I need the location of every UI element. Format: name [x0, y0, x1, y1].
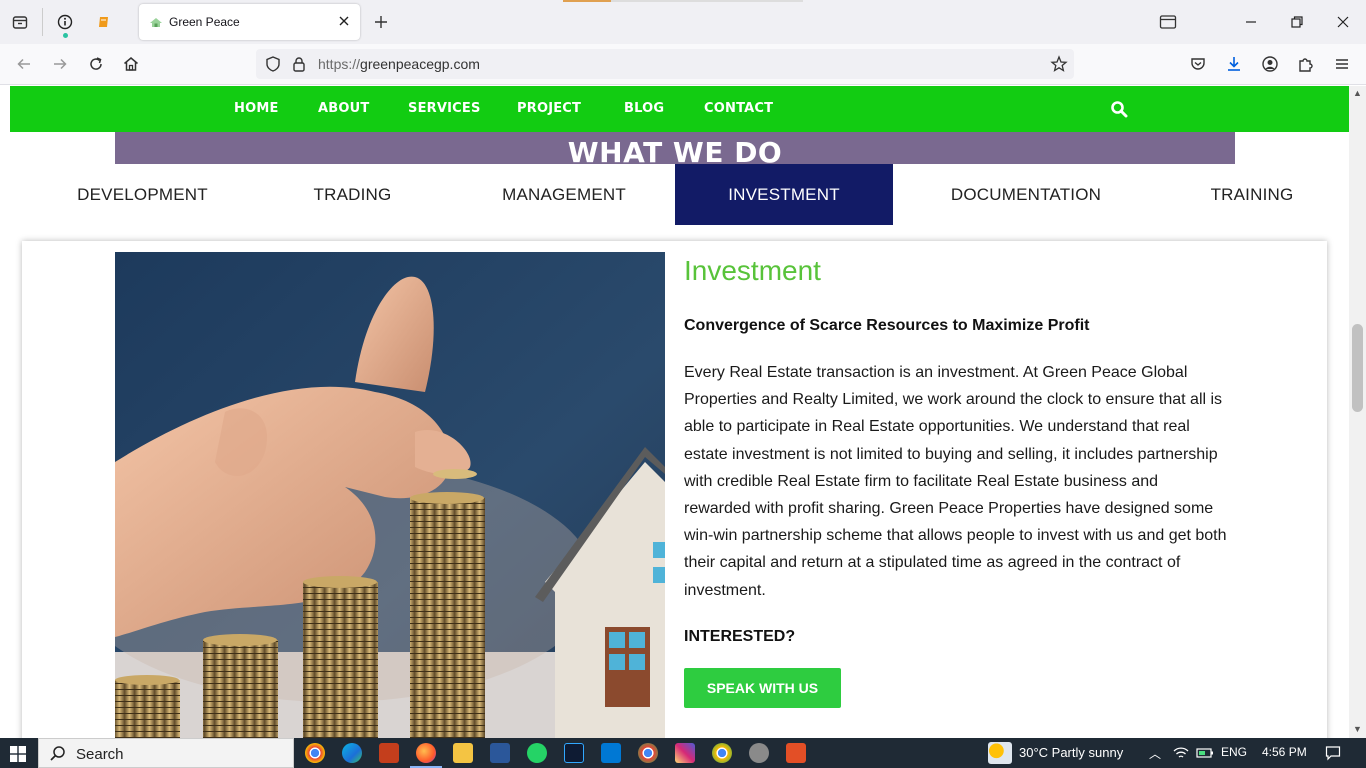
- back-icon[interactable]: [14, 54, 34, 74]
- nav-project[interactable]: PROJECT: [517, 101, 581, 116]
- windows-start-icon[interactable]: [10, 746, 26, 762]
- scroll-down-icon[interactable]: ▼: [1352, 724, 1363, 735]
- url-protocol: https://: [318, 56, 361, 72]
- interested-label: INTERESTED?: [684, 627, 796, 645]
- service-tabs: DEVELOPMENT TRADING MANAGEMENT INVESTMEN…: [0, 164, 1349, 225]
- close-tab-icon[interactable]: [336, 13, 352, 29]
- tab-list-icon[interactable]: [10, 12, 30, 32]
- tab-indicator-track: [611, 0, 803, 2]
- taskbar-search-icon: [50, 746, 65, 761]
- tab-investment[interactable]: INVESTMENT: [675, 164, 893, 225]
- tab-documentation[interactable]: DOCUMENTATION: [915, 164, 1137, 225]
- tab-management[interactable]: MANAGEMENT: [455, 164, 673, 225]
- nav-contact[interactable]: CONTACT: [704, 101, 773, 116]
- green-peace-favicon-icon: [149, 15, 163, 29]
- windows-taskbar: Search 30°C Partly sunny ︿ ENG 4:56 PM: [0, 738, 1366, 768]
- battery-icon[interactable]: [1196, 747, 1214, 759]
- scroll-up-icon[interactable]: ▲: [1352, 88, 1363, 99]
- url-host: greenpeacegp.com: [360, 56, 480, 72]
- page-scrollbar[interactable]: ▲ ▼: [1349, 86, 1366, 738]
- list-all-tabs-icon[interactable]: [1158, 12, 1178, 32]
- scroll-thumb[interactable]: [1352, 324, 1363, 412]
- whatsapp-app-icon[interactable]: [527, 743, 547, 763]
- firefox-app-icon[interactable]: [410, 743, 442, 768]
- language-indicator[interactable]: ENG: [1221, 745, 1247, 759]
- notification-dot: [63, 33, 68, 38]
- investment-card: Investment Convergence of Scarce Resourc…: [22, 241, 1327, 738]
- browser-navigation-bar: https://greenpeacegp.com: [0, 44, 1366, 85]
- content-subtitle: Convergence of Scarce Resources to Maxim…: [684, 317, 1090, 334]
- tray-chevron-up-icon[interactable]: ︿: [1149, 745, 1161, 762]
- site-navigation: HOME ABOUT SERVICES PROJECT BLOG CONTACT: [10, 86, 1349, 132]
- powerpoint-app-icon[interactable]: [379, 743, 399, 763]
- url-bar[interactable]: https://greenpeacegp.com: [256, 49, 1074, 79]
- taskbar-search-box[interactable]: Search: [38, 738, 294, 768]
- investment-photo: [115, 252, 665, 738]
- downloads-icon[interactable]: [1224, 54, 1244, 74]
- vscode-app-icon[interactable]: [601, 743, 621, 763]
- active-browser-tab[interactable]: Green Peace: [139, 4, 360, 40]
- misc-app-icon[interactable]: [786, 743, 806, 763]
- extensions-icon[interactable]: [1296, 54, 1316, 74]
- lock-icon[interactable]: [290, 55, 308, 73]
- chrome-app-icon[interactable]: [305, 743, 325, 763]
- close-window-icon[interactable]: [1333, 12, 1353, 32]
- investment-content: Investment Convergence of Scarce Resourc…: [684, 255, 1244, 708]
- chrome-profile-app-icon[interactable]: [638, 743, 658, 763]
- site-search-icon[interactable]: [1110, 100, 1128, 118]
- tab-development[interactable]: DEVELOPMENT: [35, 164, 250, 225]
- pocket-icon[interactable]: [1188, 54, 1208, 74]
- word-app-icon[interactable]: [490, 743, 510, 763]
- pinned-tab-icon[interactable]: [94, 12, 114, 32]
- tab-trading[interactable]: TRADING: [250, 164, 455, 225]
- edge-app-icon[interactable]: [342, 743, 362, 763]
- tab-training[interactable]: TRAINING: [1150, 164, 1349, 225]
- minimize-icon[interactable]: [1241, 12, 1261, 32]
- content-title: Investment: [684, 255, 821, 286]
- reload-icon[interactable]: [86, 54, 106, 74]
- home-icon[interactable]: [121, 54, 141, 74]
- settings-app-icon[interactable]: [749, 743, 769, 763]
- url-text[interactable]: https://greenpeacegp.com: [318, 56, 480, 72]
- restore-icon[interactable]: [1287, 12, 1307, 32]
- wifi-icon[interactable]: [1173, 746, 1189, 760]
- nav-about[interactable]: ABOUT: [318, 101, 369, 116]
- file-explorer-app-icon[interactable]: [453, 743, 473, 763]
- section-title: WHAT WE DO: [567, 136, 783, 164]
- instagram-app-icon[interactable]: [675, 743, 695, 763]
- notification-center-icon[interactable]: [1325, 745, 1341, 761]
- menu-icon[interactable]: [1332, 54, 1352, 74]
- speak-with-us-button[interactable]: SPEAK WITH US: [684, 667, 841, 708]
- bookmark-star-icon[interactable]: [1050, 55, 1068, 73]
- page-viewport: HOME ABOUT SERVICES PROJECT BLOG CONTACT…: [0, 86, 1349, 738]
- photoshop-app-icon[interactable]: [564, 743, 584, 763]
- clock-time[interactable]: 4:56 PM: [1262, 745, 1307, 759]
- nav-services[interactable]: SERVICES: [408, 101, 481, 116]
- browser-tab-bar: Green Peace: [0, 0, 1366, 44]
- content-body: Every Real Estate transaction is an inve…: [684, 364, 1227, 599]
- nav-home[interactable]: HOME: [234, 101, 279, 116]
- tracking-shield-icon[interactable]: [264, 55, 282, 73]
- info-icon[interactable]: [55, 12, 75, 38]
- new-tab-icon[interactable]: [372, 13, 390, 31]
- tab-title: Green Peace: [169, 15, 240, 29]
- weather-icon[interactable]: [988, 742, 1012, 764]
- account-icon[interactable]: [1260, 54, 1280, 74]
- nav-blog[interactable]: BLOG: [624, 101, 664, 116]
- forward-icon[interactable]: [50, 54, 70, 74]
- tab-bar-divider: [42, 8, 43, 36]
- tab-indicator: [563, 0, 611, 2]
- taskbar-search-label: Search: [76, 746, 124, 763]
- weather-text[interactable]: 30°C Partly sunny: [1019, 745, 1123, 760]
- chrome-second-app-icon[interactable]: [712, 743, 732, 763]
